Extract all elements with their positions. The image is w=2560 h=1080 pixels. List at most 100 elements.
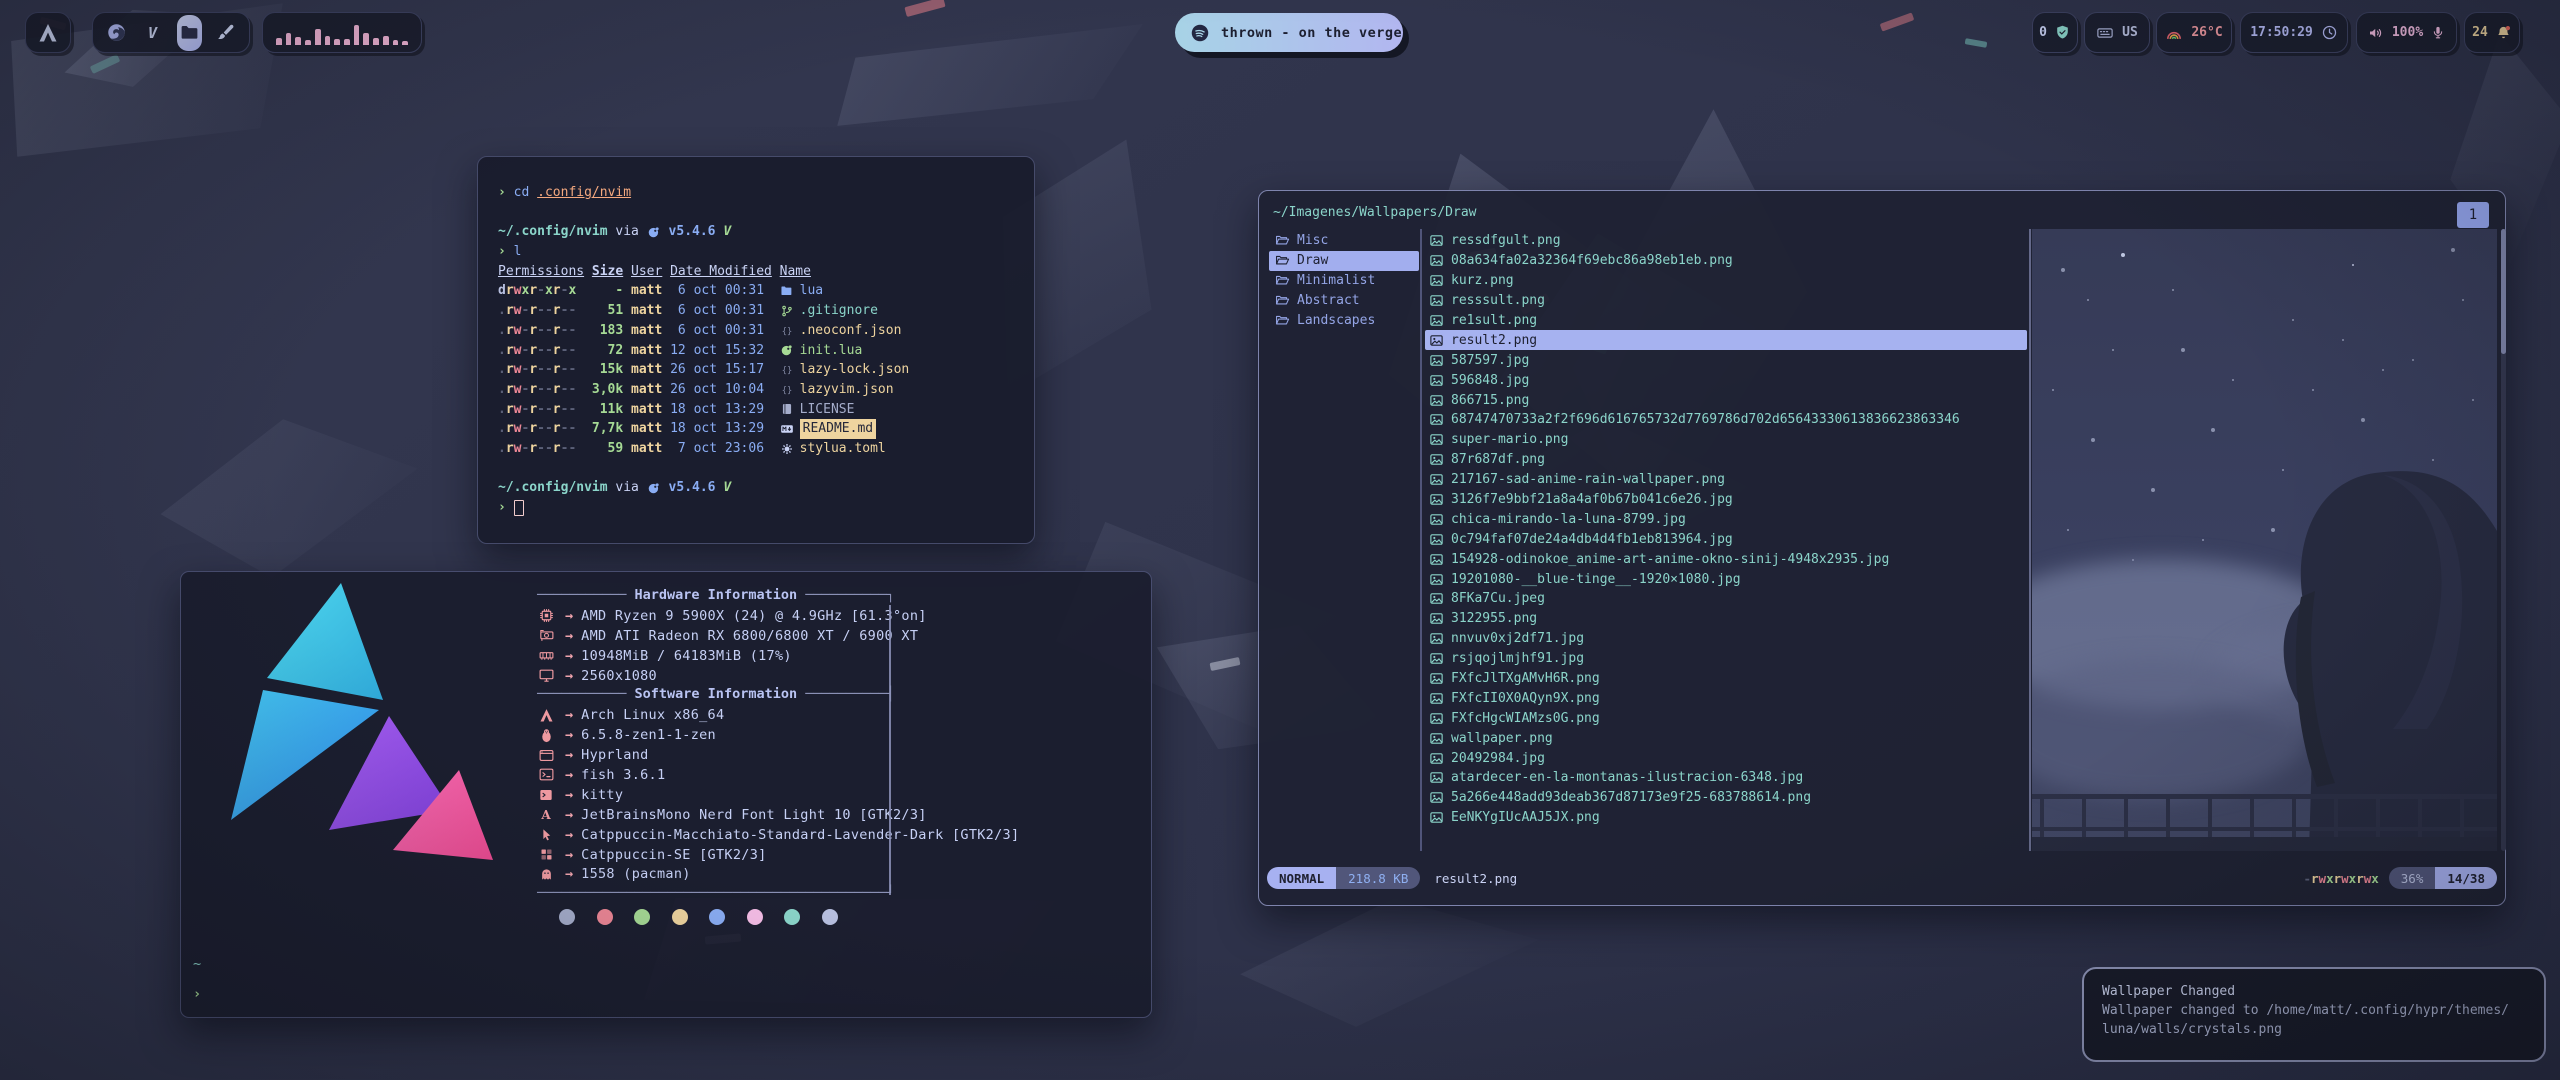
audio-widget[interactable]: 100% xyxy=(2356,12,2457,53)
sidebar-folder-minimalist[interactable]: Minimalist xyxy=(1269,271,1419,291)
file-row[interactable]: re1sult.png xyxy=(1425,311,2027,331)
visualizer-bar xyxy=(315,29,321,45)
image-file-icon xyxy=(1429,631,1444,646)
notifications-widget[interactable]: 24 xyxy=(2464,12,2520,53)
file-row[interactable]: 3122955.png xyxy=(1425,609,2027,629)
visualizer-bar xyxy=(393,40,399,45)
terminal-context-line: ~/.config/nvim via v5.4.6 V xyxy=(498,478,1014,498)
image-file-icon xyxy=(1429,373,1444,388)
file-row[interactable]: chica-mirando-la-luna-8799.jpg xyxy=(1425,509,2027,529)
visualizer-bar xyxy=(334,39,340,45)
file-row[interactable]: FXfcJlTXgAMvH6R.png xyxy=(1425,669,2027,689)
bell-icon xyxy=(2495,24,2512,41)
file-row[interactable]: FXfcII0X0AQyn9X.png xyxy=(1425,688,2027,708)
file-row[interactable]: 587597.jpg xyxy=(1425,350,2027,370)
file-row[interactable]: 154928-odinokoe_anime-art-anime-okno-sin… xyxy=(1425,549,2027,569)
kitty-icon xyxy=(537,787,555,803)
file-row[interactable]: kurz.png xyxy=(1425,271,2027,291)
sidebar-folder-landscapes[interactable]: Landscapes xyxy=(1269,311,1419,331)
file-row[interactable]: rsjqojlmjhf91.jpg xyxy=(1425,649,2027,669)
file-row[interactable]: EeNKYgIUcAAJ5JX.png xyxy=(1425,808,2027,828)
file-row[interactable]: nnvuv0xj2df71.jpg xyxy=(1425,629,2027,649)
terminal-prompt[interactable]: › xyxy=(498,498,1014,518)
file-manager-window[interactable]: ~/Imagenes/Wallpapers/Draw 1 MiscDrawMin… xyxy=(1258,190,2506,906)
railing-post xyxy=(2166,795,2170,837)
visualizer-bar xyxy=(383,36,389,45)
file-row[interactable]: ressdfgult.png xyxy=(1425,231,2027,251)
file-row[interactable]: result2.png xyxy=(1425,330,2027,350)
wallpaper-fleck xyxy=(1965,38,1988,48)
image-file-icon xyxy=(1429,790,1444,805)
braces-icon: {} xyxy=(780,383,794,397)
clock-widget[interactable]: 17:50:29 xyxy=(2240,12,2348,53)
file-row[interactable]: 0c794faf07de24a4db4d4fb1eb813964.jpg xyxy=(1425,529,2027,549)
now-playing-widget[interactable]: thrown - on the verge xyxy=(1175,13,1403,52)
file-name: lazy-lock.json xyxy=(800,360,910,380)
shell-icon xyxy=(537,766,555,783)
terminal-window[interactable]: › cd .config/nvim ~/.config/nvim via v5.… xyxy=(477,156,1035,544)
image-file-icon xyxy=(1429,452,1444,467)
files-dock-icon[interactable] xyxy=(177,15,202,51)
image-file-icon xyxy=(1429,353,1444,368)
file-row[interactable]: atardecer-en-la-montanas-ilustracion-634… xyxy=(1425,768,2027,788)
notification-toast[interactable]: Wallpaper Changed Wallpaper changed to /… xyxy=(2082,967,2546,1062)
scrollbar-track[interactable] xyxy=(2501,229,2506,851)
rainbow-icon xyxy=(2165,25,2183,41)
sidebar-folder-draw[interactable]: Draw xyxy=(1269,251,1419,271)
scrollbar-thumb[interactable] xyxy=(2501,229,2506,354)
file-row[interactable]: FXfcHgcWIAMzs0G.png xyxy=(1425,708,2027,728)
sidebar-folder-abstract[interactable]: Abstract xyxy=(1269,291,1419,311)
svg-text:A: A xyxy=(540,808,551,822)
listing-header: PermissionsSizeUserDate ModifiedName xyxy=(498,262,1014,282)
file-row[interactable]: 3126f7e9bbf21a8a4af0b67b041c6e26.jpg xyxy=(1425,490,2027,510)
info-row: →10948MiB / 64183MiB (17%) xyxy=(537,646,1137,666)
shell-path: ~ xyxy=(193,954,201,974)
file-size: 218.8 KB xyxy=(1336,867,1420,889)
arrow-icon: → xyxy=(565,807,573,823)
arrow-icon: → xyxy=(565,727,573,743)
color-swatch xyxy=(784,909,800,925)
open-folder-icon xyxy=(1275,233,1290,248)
shell-prompt[interactable]: › xyxy=(193,984,201,1004)
info-row: →AMD Ryzen 9 5900X (24) @ 4.9GHz [61.3°o… xyxy=(537,606,1137,626)
file-row[interactable]: 5a266e448add93deab367d87173e9f25-6837886… xyxy=(1425,788,2027,808)
file-row[interactable]: 8FKa7Cu.jpeg xyxy=(1425,589,2027,609)
system-info-window[interactable]: ─────────── Hardware Information ───────… xyxy=(180,571,1152,1018)
image-file-icon xyxy=(1429,651,1444,666)
brush-dock-icon[interactable] xyxy=(215,21,237,45)
tab-badge[interactable]: 1 xyxy=(2457,202,2489,228)
git-icon xyxy=(780,304,794,318)
file-row[interactable]: 217167-sad-anime-rain-wallpaper.png xyxy=(1425,470,2027,490)
gpu-icon xyxy=(537,627,555,644)
app-launcher-button[interactable] xyxy=(25,12,71,53)
shield-icon xyxy=(2054,24,2071,41)
arrow-icon: → xyxy=(565,628,573,644)
file-row[interactable]: 87r687df.png xyxy=(1425,450,2027,470)
updates-widget[interactable]: 0 xyxy=(2032,12,2078,53)
weather-widget[interactable]: 26°C xyxy=(2156,12,2232,53)
railing-post xyxy=(2334,795,2338,837)
file-row[interactable]: 08a634fa02a32364f69ebc86a98eb1eb.png xyxy=(1425,251,2027,271)
info-row: →1558 (pacman) xyxy=(537,864,1137,884)
color-swatch xyxy=(747,909,763,925)
info-section-title: ─────────── Hardware Information ───────… xyxy=(537,586,1137,606)
file-row[interactable]: 866715.png xyxy=(1425,390,2027,410)
file-row[interactable]: super-mario.png xyxy=(1425,430,2027,450)
color-swatch xyxy=(672,909,688,925)
file-row[interactable]: resssult.png xyxy=(1425,291,2027,311)
file-row[interactable]: 19201080-__blue-tinge__-1920×1080.jpg xyxy=(1425,569,2027,589)
moon-icon xyxy=(780,343,794,357)
keyboard-layout-widget[interactable]: US xyxy=(2084,12,2150,53)
arrow-icon: → xyxy=(565,648,573,664)
arch-icon xyxy=(537,707,555,724)
file-row[interactable]: wallpaper.png xyxy=(1425,728,2027,748)
wallpaper-fleck xyxy=(90,54,121,74)
image-file-icon xyxy=(1429,810,1444,825)
file-row[interactable]: 68747470733a2f2f696d616765732d7769786d70… xyxy=(1425,410,2027,430)
vim-dock-icon[interactable]: V xyxy=(141,21,164,45)
firefox-dock-icon[interactable] xyxy=(105,21,128,45)
file-row[interactable]: 596848.jpg xyxy=(1425,370,2027,390)
sidebar-folder-misc[interactable]: Misc xyxy=(1269,231,1419,251)
file-row[interactable]: 20492984.jpg xyxy=(1425,748,2027,768)
notification-body: Wallpaper changed to /home/matt/.config/… xyxy=(2102,1001,2526,1020)
